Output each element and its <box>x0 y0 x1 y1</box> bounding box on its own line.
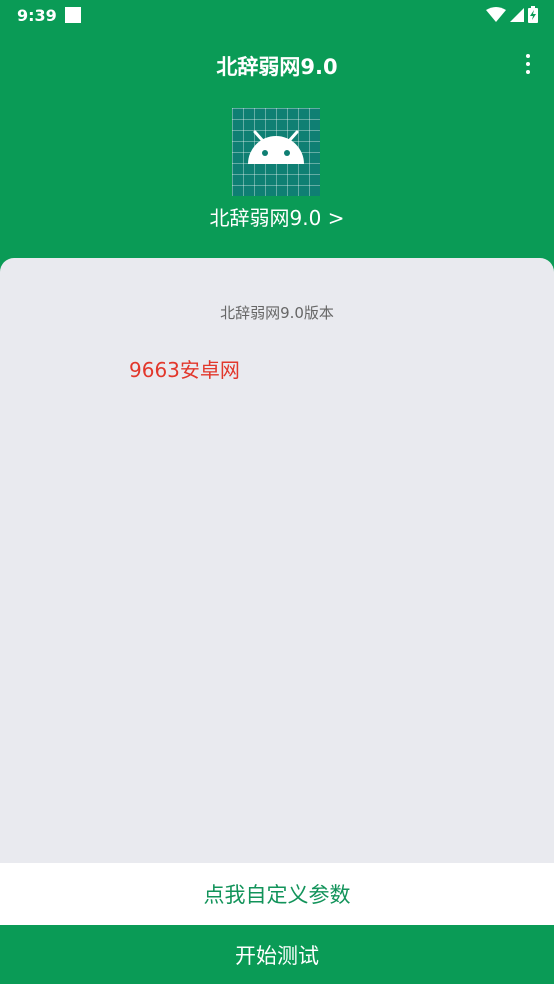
wifi-icon <box>486 6 506 22</box>
app-header: 北辞弱网9.0 <box>0 42 554 86</box>
page-title: 北辞弱网9.0 <box>216 55 338 79</box>
version-caption: 北辞弱网9.0版本 <box>220 304 334 322</box>
version-link[interactable]: 北辞弱网9.0 > <box>0 202 554 231</box>
start-test-button[interactable]: 开始测试 <box>0 925 554 984</box>
signal-icon <box>510 7 524 22</box>
status-icons <box>486 6 538 23</box>
battery-charging-icon <box>528 6 538 23</box>
android-app-icon <box>232 108 320 196</box>
more-vert-icon[interactable] <box>516 50 540 78</box>
status-time: 9:39 <box>17 6 57 25</box>
status-bar: 9:39 <box>0 0 554 30</box>
content-panel: 北辞弱网9.0版本 9663安卓网 <box>0 258 554 863</box>
notification-square-icon <box>65 7 81 23</box>
custom-params-button[interactable]: 点我自定义参数 <box>0 863 554 925</box>
watermark-text: 9663安卓网 <box>129 358 240 382</box>
